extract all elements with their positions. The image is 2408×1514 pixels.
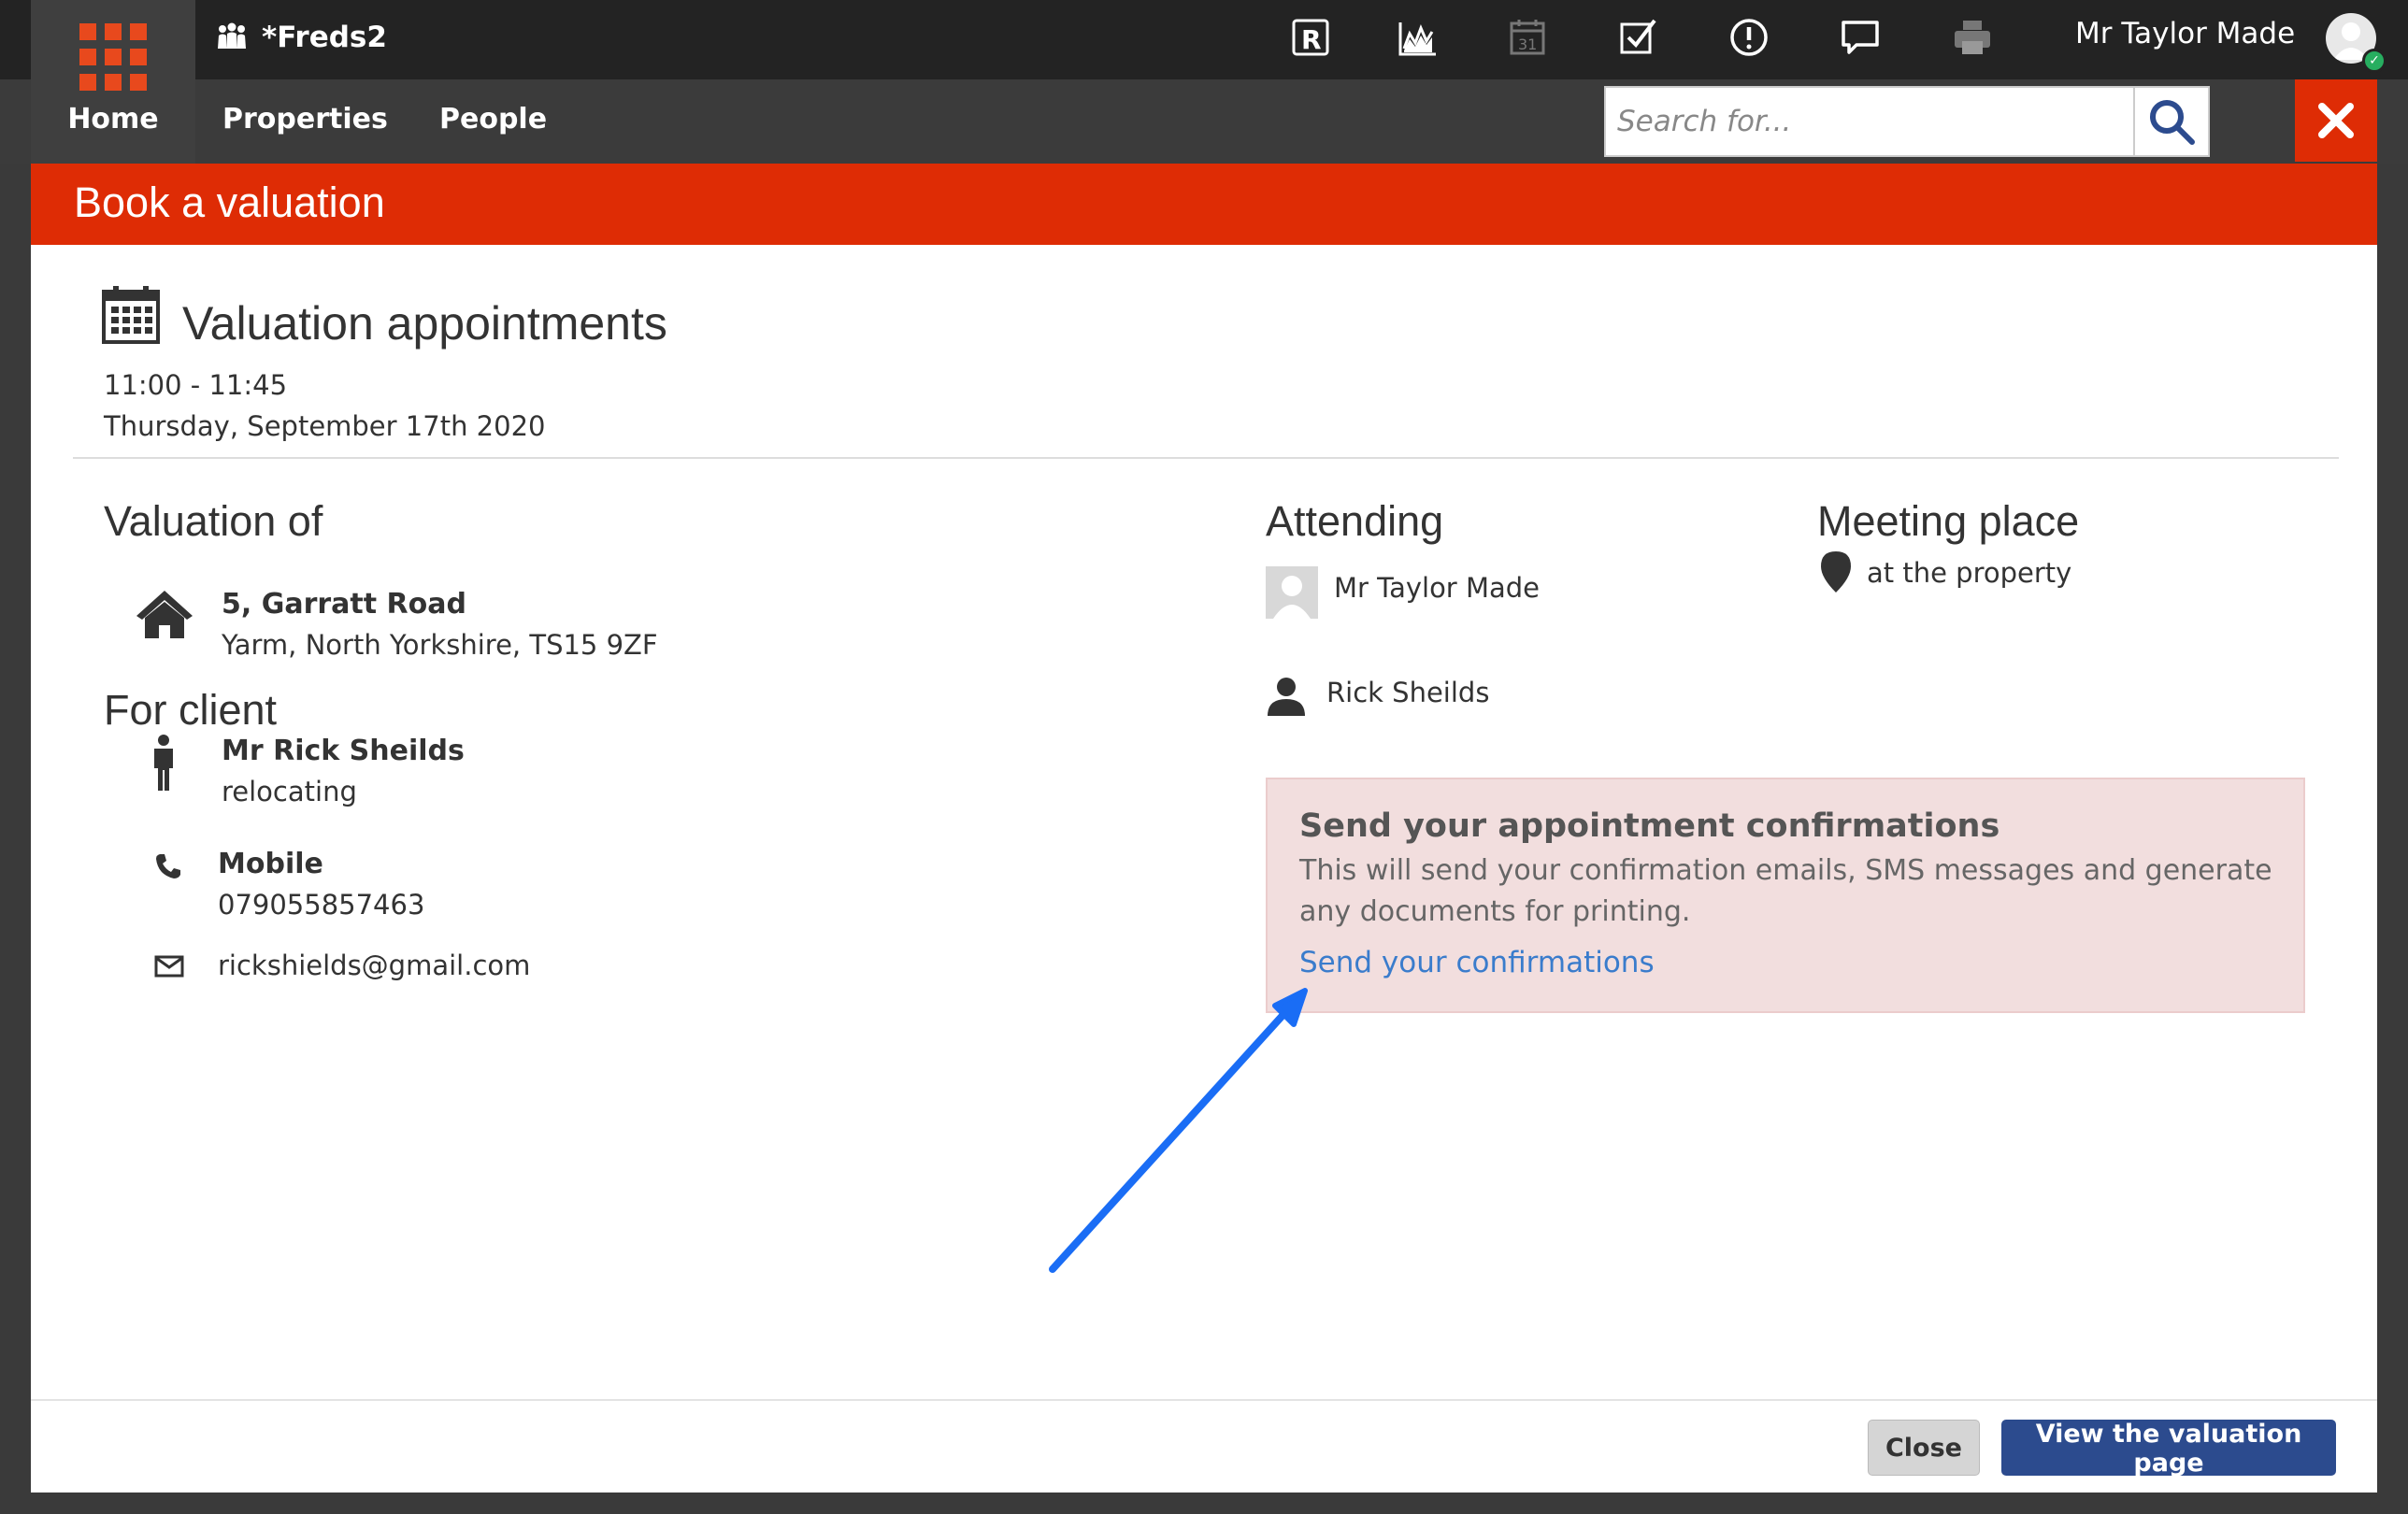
modal-footer: Close View the valuation page (31, 1399, 2377, 1493)
for-client-heading: For client (104, 686, 278, 734)
app-grid-icon[interactable] (79, 23, 147, 91)
people-group-icon (218, 22, 246, 49)
attendee-avatar (1266, 566, 1318, 619)
attending-heading: Attending (1266, 497, 1444, 545)
modal-body: Valuation appointments 11:00 - 11:45 Thu… (31, 245, 2377, 1493)
office-name: *Freds2 (262, 21, 387, 54)
nav-people[interactable]: People (439, 103, 547, 136)
phone-icon (156, 854, 180, 878)
close-button[interactable]: Close (1868, 1420, 1980, 1476)
close-icon (2318, 103, 2354, 138)
property-address-line1[interactable]: 5, Garratt Road (222, 588, 466, 621)
section-divider (73, 457, 2339, 459)
modal-title: Book a valuation (74, 179, 385, 226)
calendar-icon[interactable]: 31 (1505, 15, 1550, 60)
search-button[interactable] (2133, 88, 2208, 155)
svg-text:R: R (1301, 24, 1322, 55)
user-silhouette-icon (1268, 678, 1305, 716)
search-box (1604, 86, 2210, 157)
appointment-time: 11:00 - 11:45 (104, 369, 288, 401)
office-selector[interactable]: *Freds2 (215, 21, 387, 54)
client-email[interactable]: rickshields@gmail.com (218, 950, 530, 981)
person-icon (154, 735, 173, 791)
client-name[interactable]: Mr Rick Sheilds (222, 735, 465, 767)
svg-text:31: 31 (1518, 36, 1537, 53)
close-modal-button[interactable] (2295, 79, 2377, 162)
client-phone[interactable]: 079055857463 (218, 889, 424, 921)
view-valuation-button[interactable]: View the valuation page (2001, 1420, 2336, 1478)
nav-home[interactable]: Home (31, 103, 195, 136)
phone-label: Mobile (218, 848, 323, 880)
alert-icon[interactable] (1727, 15, 1771, 60)
nav-properties[interactable]: Properties (222, 103, 388, 136)
map-pin-icon (1821, 551, 1851, 593)
appointment-heading: Valuation appointments (182, 297, 667, 350)
client-reason: relocating (222, 776, 357, 807)
printer-icon[interactable] (1950, 15, 1995, 60)
property-address-line2: Yarm, North Yorkshire, TS15 9ZF (222, 629, 658, 661)
chart-icon[interactable] (1395, 15, 1440, 60)
confirmations-panel: Send your appointment confirmations This… (1266, 778, 2305, 1013)
meeting-place-heading: Meeting place (1817, 497, 2080, 545)
confirmations-title: Send your appointment confirmations (1299, 807, 2000, 845)
search-input[interactable] (1617, 95, 2085, 148)
attendee-name: Mr Taylor Made (1334, 572, 1540, 604)
house-icon (136, 591, 193, 638)
send-confirmations-link[interactable]: Send your confirmations (1299, 946, 1655, 979)
valuation-of-heading: Valuation of (104, 497, 323, 545)
online-status-icon: ✓ (2362, 49, 2386, 73)
client-attendee-name: Rick Sheilds (1326, 677, 1490, 708)
chat-icon[interactable] (1838, 15, 1883, 60)
checkbox-icon[interactable] (1615, 15, 1660, 60)
modal-header: Book a valuation (31, 164, 2377, 245)
meeting-place-value: at the property (1867, 557, 2072, 589)
calendar-grid-icon (102, 286, 160, 344)
confirmations-description: This will send your confirmation emails,… (1299, 854, 2272, 928)
email-icon (154, 955, 184, 978)
search-icon (2150, 100, 2195, 145)
appointment-date: Thursday, September 17th 2020 (104, 410, 546, 442)
r-icon[interactable]: R (1288, 15, 1333, 60)
user-name[interactable]: Mr Taylor Made (2075, 17, 2295, 50)
